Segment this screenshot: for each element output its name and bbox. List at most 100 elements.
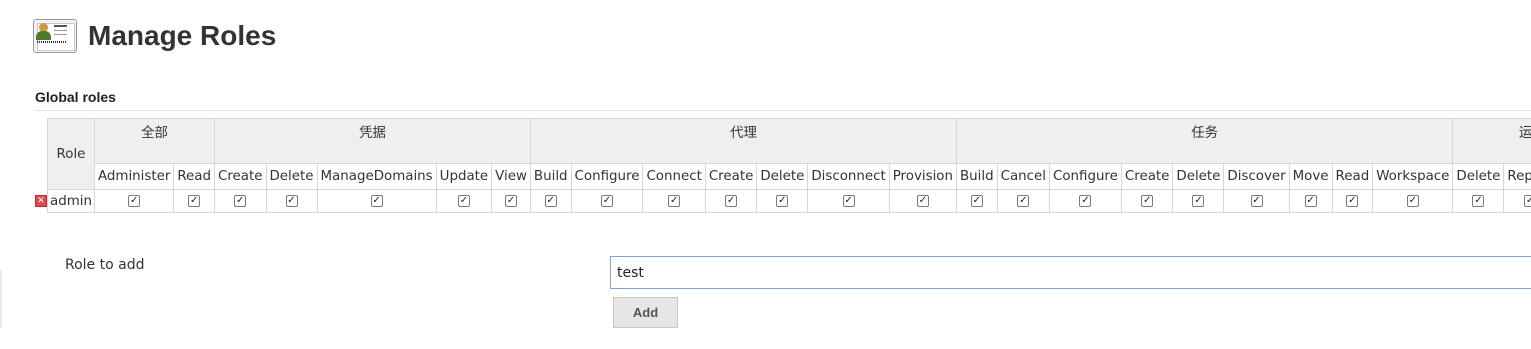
permission-header: ManageDomains (316, 163, 437, 190)
permission-checkbox[interactable]: ✓ (370, 194, 383, 207)
permission-checkbox[interactable]: ✓ (1017, 194, 1030, 207)
global-roles-table: Role 全部 凭据 代理 任务 运行 AdministerReadCreateDele… (35, 118, 1531, 213)
permission-group-label: 凭据 (359, 126, 386, 141)
permission-checkbox[interactable]: ✓ (544, 194, 557, 207)
delete-column-header (35, 118, 48, 190)
permission-cell: ✓ (996, 189, 1050, 213)
permission-checkbox[interactable]: ✓ (970, 194, 983, 207)
permission-header: Create (704, 163, 758, 190)
permission-header: Provision (888, 163, 957, 190)
permission-checkbox[interactable]: ✓ (1192, 194, 1205, 207)
permission-cell: ✓ (1452, 189, 1505, 213)
permission-cell: ✓ (1503, 189, 1531, 213)
permission-group-header: 代理 (529, 118, 957, 164)
permission-checkbox[interactable]: ✓ (505, 194, 518, 207)
permission-cell: ✓ (529, 189, 572, 213)
permission-header: Read (173, 163, 215, 190)
role-column-header: Role (47, 118, 95, 190)
permission-checkbox[interactable]: ✓ (1250, 194, 1263, 207)
permission-checkbox[interactable]: ✓ (1524, 194, 1531, 207)
role-row: ✕admin✓✓✓✓✓✓✓✓✓✓✓✓✓✓✓✓✓✓✓✓✓✓✓✓✓✓ (35, 189, 1531, 213)
permission-checkbox[interactable]: ✓ (1346, 194, 1359, 207)
permission-checkbox[interactable]: ✓ (842, 194, 855, 207)
permission-group-label: 任务 (1191, 126, 1219, 141)
permission-header: Workspace (1372, 163, 1454, 190)
permission-cell: ✓ (1048, 189, 1122, 213)
permission-group-label: 全部 (141, 126, 168, 141)
permission-cell: ✓ (1172, 189, 1225, 213)
permission-checkbox[interactable]: ✓ (128, 194, 141, 207)
permission-header: Delete (756, 163, 809, 190)
permission-cell: ✓ (642, 189, 706, 213)
permission-header: Discover (1223, 163, 1290, 190)
global-roles-title: Global roles (35, 89, 116, 105)
permission-header: Move (1288, 163, 1333, 190)
permission-header: Replay (1503, 163, 1531, 190)
permission-cell: ✓ (491, 189, 531, 213)
permission-header: Update (435, 163, 493, 190)
delete-cell: ✕ (35, 190, 48, 213)
permission-header: Create (1120, 163, 1174, 190)
permission-checkbox[interactable]: ✓ (601, 194, 613, 207)
permission-group-label: 运行 (1518, 126, 1531, 141)
permission-cell: ✓ (1372, 189, 1454, 213)
permission-header: Build (529, 163, 572, 190)
page-header: Manage Roles (33, 19, 276, 53)
permission-name-row: Administer Read Create Delete ManageDomains U… (35, 163, 1531, 190)
permission-cell: ✓ (807, 189, 890, 213)
permission-checkbox[interactable]: ✓ (188, 194, 201, 207)
section-divider (35, 110, 1531, 111)
role-name: admin (47, 189, 95, 213)
permission-cell: ✓ (1288, 189, 1333, 213)
roles-table-body: ✕admin✓✓✓✓✓✓✓✓✓✓✓✓✓✓✓✓✓✓✓✓✓✓✓✓✓✓ (35, 189, 1531, 213)
permission-checkbox[interactable]: ✓ (1406, 194, 1419, 207)
permission-header: Delete (265, 163, 318, 190)
permission-checkbox[interactable]: ✓ (285, 194, 298, 207)
permission-checkbox[interactable]: ✓ (1141, 194, 1154, 207)
permission-header: Configure (570, 163, 644, 190)
page-title: Manage Roles (88, 20, 277, 51)
permission-cell: ✓ (435, 189, 493, 213)
permission-cell: ✓ (570, 189, 644, 213)
permission-cell: ✓ (756, 189, 809, 213)
permission-group-label: 代理 (730, 126, 757, 141)
global-roles-table-wrap: Role 全部 凭据 代理 任务 运行 AdministerReadCreateDele… (35, 118, 1531, 213)
permission-checkbox[interactable]: ✓ (668, 194, 681, 207)
permission-group-header: 全部 (93, 118, 216, 164)
permission-checkbox[interactable]: ✓ (1472, 194, 1485, 207)
permission-header: Read (1331, 163, 1374, 190)
manage-roles-page: Manage Roles Global roles Role 全部 凭据 代理 任务 运… (0, 0, 1531, 349)
permission-checkbox[interactable]: ✓ (725, 194, 738, 207)
permission-cell: ✓ (265, 189, 318, 213)
role-card-icon (33, 19, 77, 53)
permission-group-header: 运行 (1452, 118, 1531, 164)
permission-cell: ✓ (955, 189, 998, 213)
permission-cell: ✓ (173, 189, 215, 213)
permission-header: Delete (1452, 163, 1505, 190)
permission-header: Disconnect (807, 163, 890, 190)
permission-header: Connect (642, 163, 706, 190)
add-role-button[interactable]: Add (613, 297, 678, 328)
permission-cell: ✓ (1331, 189, 1374, 213)
permission-header: Cancel (996, 163, 1050, 190)
permission-group-header: 任务 (955, 118, 1454, 164)
permission-checkbox[interactable]: ✓ (916, 194, 929, 207)
permission-cell: ✓ (316, 189, 437, 213)
permission-header: Build (955, 163, 998, 190)
delete-x-icon[interactable]: ✕ (35, 194, 47, 207)
permission-cell: ✓ (1223, 189, 1290, 213)
permission-group-row: Role 全部 凭据 代理 任务 运行 (35, 118, 1531, 190)
permission-cell: ✓ (1120, 189, 1174, 213)
permission-checkbox[interactable]: ✓ (1304, 194, 1317, 207)
permission-checkbox[interactable]: ✓ (234, 194, 247, 207)
permission-header: Delete (1172, 163, 1225, 190)
role-to-add-label: Role to add (65, 257, 145, 273)
permission-checkbox[interactable]: ✓ (457, 194, 470, 207)
permission-checkbox[interactable]: ✓ (776, 194, 789, 207)
role-to-add-input[interactable] (610, 256, 1531, 289)
permission-header: View (491, 163, 531, 190)
permission-header: Configure (1048, 163, 1122, 190)
permission-checkbox[interactable]: ✓ (1079, 194, 1092, 207)
permission-header: Create (214, 163, 267, 190)
permission-group-header: 凭据 (214, 118, 531, 164)
